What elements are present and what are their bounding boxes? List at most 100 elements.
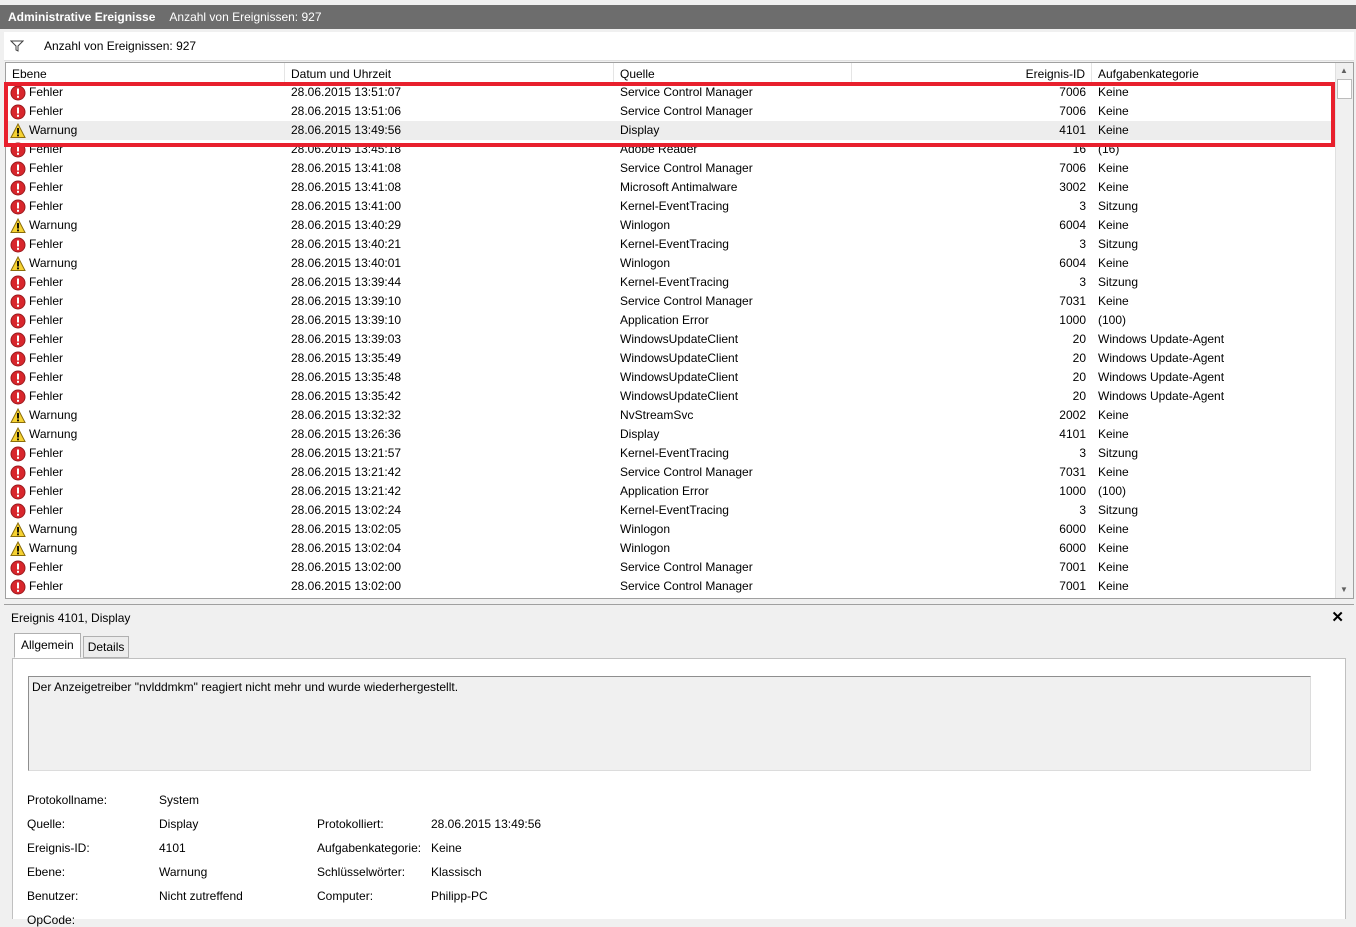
event-id-cell: 6000: [1059, 522, 1086, 536]
level-cell: Warnung: [10, 520, 77, 539]
error-icon: [10, 446, 29, 462]
table-row[interactable]: Fehler 28.06.2015 13:02:24 Kernel-EventTra…: [6, 501, 1337, 520]
table-row[interactable]: Warnung 28.06.2015 13:26:36 Display 4101 Kei…: [6, 425, 1337, 444]
warning-icon: [10, 521, 29, 538]
tab-allgemein[interactable]: Allgemein: [14, 633, 81, 658]
level-cell: Fehler: [10, 235, 63, 254]
column-header-category[interactable]: Aufgabenkategorie: [1092, 63, 1337, 83]
level-cell: Fehler: [10, 311, 63, 330]
event-message-box[interactable]: Der Anzeigetreiber "nvlddmkm" reagiert n…: [28, 676, 1311, 771]
table-row[interactable]: Warnung 28.06.2015 13:49:56 Display 4101 Kei…: [6, 121, 1337, 140]
filter-icon[interactable]: [10, 40, 24, 52]
level-cell: Fehler: [10, 558, 63, 577]
level-cell: Fehler: [10, 273, 63, 292]
table-row[interactable]: Fehler 28.06.2015 13:40:21 Kernel-EventTra…: [6, 235, 1337, 254]
column-header-source[interactable]: Quelle: [614, 63, 852, 83]
event-detail-pane: Ereignis 4101, Display ✕ Allgemein Detai…: [4, 604, 1354, 927]
column-header-event-id[interactable]: Ereignis-ID: [852, 63, 1092, 83]
table-row[interactable]: Warnung 28.06.2015 13:40:01 Winlogon 6004 Ke…: [6, 254, 1337, 273]
source-cell: Service Control Manager: [620, 161, 753, 175]
event-id-cell: 4101: [1059, 123, 1086, 137]
datetime-cell: 28.06.2015 13:26:36: [291, 427, 402, 441]
logged-value: 28.06.2015 13:49:56: [431, 817, 542, 831]
column-header-level[interactable]: Ebene: [6, 63, 285, 83]
event-message-text: Der Anzeigetreiber "nvlddmkm" reagiert n…: [32, 680, 459, 694]
table-row[interactable]: Fehler 28.06.2015 13:39:44 Kernel-EventTra…: [6, 273, 1337, 292]
tab-details[interactable]: Details: [82, 636, 130, 658]
source-cell: Winlogon: [620, 522, 671, 536]
category-cell: Windows Update-Agent: [1098, 389, 1225, 403]
table-row[interactable]: Fehler 28.06.2015 13:21:42 Application Err…: [6, 482, 1337, 501]
error-icon: [10, 484, 29, 500]
source-cell: Service Control Manager: [620, 465, 753, 479]
level-text: Fehler: [29, 560, 64, 574]
level-text: Fehler: [29, 237, 64, 251]
category-cell: Sitzung: [1098, 503, 1139, 517]
event-id-cell: 6004: [1059, 218, 1086, 232]
table-row[interactable]: Warnung 28.06.2015 13:02:05 Winlogon 6000 Ke…: [6, 520, 1337, 539]
source-cell: Application Error: [620, 484, 709, 498]
table-row[interactable]: Fehler 28.06.2015 13:41:08 Service Control…: [6, 159, 1337, 178]
level-text: Fehler: [29, 275, 64, 289]
level-text: Fehler: [29, 446, 64, 460]
category-cell: (100): [1098, 484, 1127, 498]
table-row[interactable]: Fehler 28.06.2015 13:02:00 Service Control…: [6, 558, 1337, 577]
table-row[interactable]: Fehler 28.06.2015 13:51:07 Service Control…: [6, 83, 1337, 102]
table-row[interactable]: Warnung 28.06.2015 13:02:04 Winlogon 6000 Ke…: [6, 539, 1337, 558]
table-row[interactable]: Fehler 28.06.2015 13:21:42 Service Control…: [6, 463, 1337, 482]
error-icon: [10, 503, 29, 519]
table-row[interactable]: Fehler 28.06.2015 13:39:10 Service Control…: [6, 292, 1337, 311]
level-cell: Fehler: [10, 197, 63, 216]
level-text: Fehler: [29, 142, 64, 156]
table-row[interactable]: Fehler 28.06.2015 13:45:18 Adobe Reader 16 (…: [6, 140, 1337, 159]
event-table[interactable]: Ebene Datum und Uhrzeit Quelle Ereignis-…: [5, 62, 1354, 599]
warning-icon: [10, 255, 29, 272]
table-row[interactable]: Warnung 28.06.2015 13:32:32 NvStreamSvc 200…: [6, 406, 1337, 425]
event-id-cell: 20: [1072, 351, 1086, 365]
level-text: Warnung: [29, 408, 78, 422]
table-row[interactable]: Fehler 28.06.2015 13:35:42 WindowsUpdateCl…: [6, 387, 1337, 406]
category-cell: Keine: [1098, 541, 1129, 555]
table-row[interactable]: Fehler 28.06.2015 13:21:57 Kernel-EventTra…: [6, 444, 1337, 463]
level-text: Fehler: [29, 313, 64, 327]
category-cell: (16): [1098, 142, 1120, 156]
level-cell: Warnung: [10, 425, 77, 444]
source-cell: Application Error: [620, 313, 709, 327]
source-cell: Service Control Manager: [620, 294, 753, 308]
keywords-value: Klassisch: [431, 865, 482, 879]
level-cell: Warnung: [10, 406, 77, 425]
table-row[interactable]: Fehler 28.06.2015 13:41:08 Microsoft Antim…: [6, 178, 1337, 197]
category-cell: Keine: [1098, 256, 1129, 270]
column-header-datetime[interactable]: Datum und Uhrzeit: [285, 63, 614, 83]
source-cell: Adobe Reader: [620, 142, 698, 156]
level-cell: Fehler: [10, 463, 63, 482]
source-cell: WindowsUpdateClient: [620, 332, 739, 346]
table-row[interactable]: Fehler 28.06.2015 13:02:00 Service Control…: [6, 577, 1337, 596]
level-label: Ebene:: [27, 865, 66, 879]
source-cell: Service Control Manager: [620, 104, 753, 118]
datetime-cell: 28.06.2015 13:41:08: [291, 161, 402, 175]
table-row[interactable]: Fehler 28.06.2015 13:39:10 Application Err…: [6, 311, 1337, 330]
event-id-cell: 4101: [1059, 427, 1086, 441]
scrollbar-thumb[interactable]: [1337, 79, 1352, 99]
error-icon: [10, 579, 29, 595]
source-cell: Kernel-EventTracing: [620, 446, 729, 460]
level-cell: Fehler: [10, 330, 63, 349]
scroll-down-arrow-icon[interactable]: ▼: [1336, 582, 1352, 598]
error-icon: [10, 294, 29, 310]
scroll-up-arrow-icon[interactable]: ▲: [1336, 63, 1352, 79]
table-row[interactable]: Warnung 28.06.2015 13:40:29 Winlogon 6004 Ke…: [6, 216, 1337, 235]
datetime-cell: 28.06.2015 13:02:04: [291, 541, 402, 555]
error-icon: [10, 351, 29, 367]
vertical-scrollbar[interactable]: ▲ ▼: [1335, 63, 1353, 598]
close-icon[interactable]: ✕: [1331, 608, 1344, 626]
table-row[interactable]: Fehler 28.06.2015 13:51:06 Service Control…: [6, 102, 1337, 121]
opcode-label: OpCode:: [27, 913, 76, 927]
table-row[interactable]: Fehler 28.06.2015 13:39:03 WindowsUpdateCl…: [6, 330, 1337, 349]
level-value: Warnung: [159, 865, 208, 879]
event-count: Anzahl von Ereignissen: 927: [169, 10, 322, 24]
event-id-cell: 7006: [1059, 161, 1086, 175]
table-row[interactable]: Fehler 28.06.2015 13:41:00 Kernel-EventTra…: [6, 197, 1337, 216]
table-row[interactable]: Fehler 28.06.2015 13:35:48 WindowsUpdateCl…: [6, 368, 1337, 387]
table-row[interactable]: Fehler 28.06.2015 13:35:49 WindowsUpdateCl…: [6, 349, 1337, 368]
